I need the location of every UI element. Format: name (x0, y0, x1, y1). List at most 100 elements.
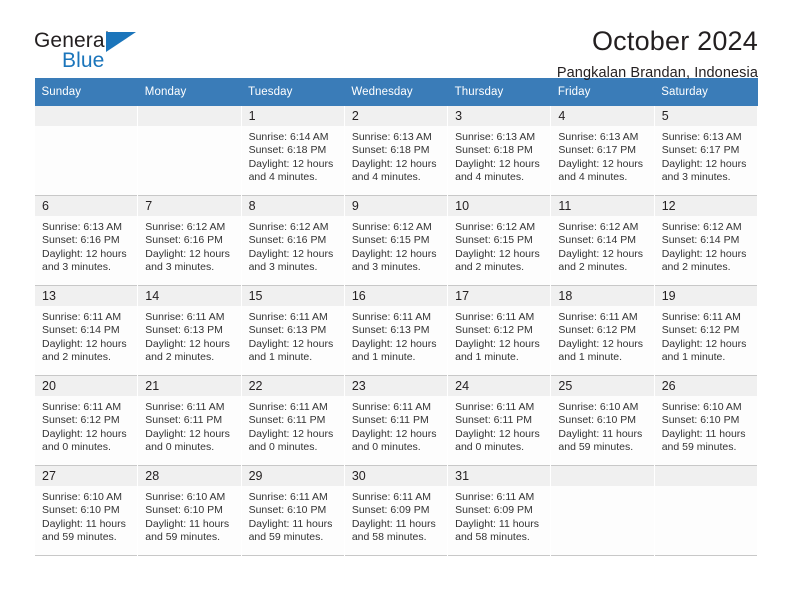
day-number: 4 (551, 106, 654, 126)
day-detail-line: Sunset: 6:10 PM (42, 504, 120, 517)
day-number: 22 (241, 376, 344, 396)
day-detail-line: and 3 minutes. (248, 261, 318, 274)
calendar-day-cell[interactable]: 24 Sunrise: 6:11 AM Sunset: 6:11 PM Dayligh… (447, 375, 552, 466)
calendar-day-cell[interactable]: 10 Sunrise: 6:12 AM Sunset: 6:15 PM Dayligh… (447, 195, 552, 286)
day-detail-line: Daylight: 12 hours (455, 247, 540, 260)
calendar-day-cell[interactable]: 4 Sunrise: 6:13 AM Sunset: 6:17 PM Daylight… (550, 106, 655, 196)
calendar-day-cell[interactable]: 19 Sunrise: 6:11 AM Sunset: 6:12 PM Dayligh… (653, 285, 759, 376)
day-detail-line: Sunset: 6:11 PM (455, 414, 532, 427)
calendar-day-cell[interactable]: 8 Sunrise: 6:12 AM Sunset: 6:16 PM Daylight… (240, 195, 345, 286)
day-detail-line: Daylight: 12 hours (558, 337, 644, 350)
day-number: 2 (344, 106, 448, 126)
day-details: Sunrise: 6:11 AM Sunset: 6:13 PM Daylight:… (345, 306, 447, 365)
day-detail-line: Daylight: 11 hours (455, 517, 539, 530)
calendar-page: General Blue October 2024 Pangkalan Bran… (0, 0, 792, 612)
day-detail-line: and 59 minutes. (661, 441, 737, 454)
day-detail-line: Sunrise: 6:12 AM (248, 221, 329, 233)
calendar-day-cell[interactable]: 15 Sunrise: 6:11 AM Sunset: 6:13 PM Dayligh… (240, 285, 345, 376)
day-detail-line: Sunset: 6:14 PM (558, 234, 637, 247)
calendar-day-cell[interactable]: 13 Sunrise: 6:11 AM Sunset: 6:14 PM Dayligh… (33, 285, 139, 376)
day-detail-line: Daylight: 12 hours (661, 337, 747, 350)
day-detail-line: and 58 minutes. (455, 531, 530, 544)
day-detail-line: Sunset: 6:17 PM (661, 144, 740, 157)
page-subtitle: Pangkalan Brandan, Indonesia (556, 65, 758, 81)
calendar-day-cell[interactable]: 14 Sunrise: 6:11 AM Sunset: 6:13 PM Dayligh… (137, 285, 242, 376)
calendar-day-cell[interactable]: 21 Sunrise: 6:11 AM Sunset: 6:11 PM Dayligh… (137, 375, 242, 466)
day-detail-line: Daylight: 11 hours (661, 427, 746, 440)
calendar-day-cell[interactable]: 26 Sunrise: 6:10 AM Sunset: 6:10 PM Dayligh… (653, 375, 759, 466)
day-number: 15 (241, 286, 344, 306)
day-detail-line: Daylight: 12 hours (661, 157, 747, 170)
calendar-day-cell[interactable]: 31 Sunrise: 6:11 AM Sunset: 6:09 PM Dayligh… (447, 465, 552, 556)
calendar-day-cell[interactable]: 6 Sunrise: 6:13 AM Sunset: 6:16 PM Daylight… (33, 195, 139, 286)
calendar-table: Sunday Monday Tuesday Wednesday Thursday Frid… (33, 78, 759, 556)
day-detail-line: Sunrise: 6:11 AM (248, 491, 328, 503)
day-detail-line: Daylight: 12 hours (351, 157, 437, 170)
day-detail-line: Sunset: 6:15 PM (455, 234, 533, 247)
day-detail-line: Sunset: 6:13 PM (248, 324, 327, 337)
calendar-day-cell[interactable]: 22 Sunrise: 6:11 AM Sunset: 6:11 PM Dayligh… (240, 375, 345, 466)
day-detail-line: Sunset: 6:13 PM (145, 324, 223, 337)
day-details: Sunrise: 6:13 AM Sunset: 6:17 PM Daylight:… (551, 126, 653, 185)
day-detail-line: Daylight: 12 hours (455, 337, 540, 350)
day-detail-line: Daylight: 12 hours (558, 247, 644, 260)
calendar-day-cell[interactable]: 27 Sunrise: 6:10 AM Sunset: 6:10 PM Dayligh… (33, 465, 139, 556)
day-detail-line: Sunrise: 6:11 AM (351, 311, 432, 323)
day-detail-line: Sunrise: 6:11 AM (661, 311, 741, 323)
calendar-day-cell[interactable]: 1 Sunrise: 6:14 AM Sunset: 6:18 PM Daylight… (240, 106, 345, 196)
calendar-week-row: 13 Sunrise: 6:11 AM Sunset: 6:14 PM Dayligh… (33, 285, 759, 376)
day-details: Sunrise: 6:11 AM Sunset: 6:12 PM Daylight:… (35, 396, 137, 455)
day-detail-line: Sunrise: 6:11 AM (42, 401, 122, 413)
day-number: 29 (241, 466, 344, 486)
calendar-day-cell[interactable]: 16 Sunrise: 6:11 AM Sunset: 6:13 PM Dayligh… (343, 285, 449, 376)
calendar-day-cell[interactable]: 7 Sunrise: 6:12 AM Sunset: 6:16 PM Daylight… (137, 195, 242, 286)
day-detail-line: Sunrise: 6:13 AM (42, 221, 122, 233)
day-detail-line: Sunset: 6:10 PM (248, 504, 327, 517)
calendar-day-cell[interactable]: 12 Sunrise: 6:12 AM Sunset: 6:14 PM Dayligh… (653, 195, 759, 286)
calendar-day-cell[interactable]: 5 Sunrise: 6:13 AM Sunset: 6:17 PM Daylight… (653, 106, 759, 196)
calendar-day-cell[interactable]: 23 Sunrise: 6:11 AM Sunset: 6:11 PM Dayligh… (343, 375, 449, 466)
calendar-day-cell[interactable]: 18 Sunrise: 6:11 AM Sunset: 6:12 PM Dayligh… (550, 285, 655, 376)
calendar-day-cell[interactable]: 25 Sunrise: 6:10 AM Sunset: 6:10 PM Dayligh… (550, 375, 655, 466)
day-number: 24 (448, 376, 551, 396)
day-detail-line: Sunset: 6:10 PM (661, 414, 740, 427)
day-detail-line: Sunrise: 6:13 AM (351, 131, 432, 143)
calendar-day-cell[interactable]: 17 Sunrise: 6:11 AM Sunset: 6:12 PM Dayligh… (447, 285, 552, 376)
calendar-day-cell[interactable]: 20 Sunrise: 6:11 AM Sunset: 6:12 PM Dayligh… (33, 375, 139, 466)
day-detail-line: and 0 minutes. (455, 441, 525, 454)
day-detail-line: Sunrise: 6:12 AM (145, 221, 226, 233)
day-detail-line: Sunset: 6:12 PM (455, 324, 533, 337)
day-number (138, 106, 241, 126)
calendar-day-cell[interactable]: 29 Sunrise: 6:11 AM Sunset: 6:10 PM Dayligh… (240, 465, 345, 556)
day-details (35, 126, 137, 131)
day-detail-line: Sunset: 6:10 PM (558, 414, 637, 427)
calendar-day-cell[interactable]: 28 Sunrise: 6:10 AM Sunset: 6:10 PM Dayligh… (137, 465, 242, 556)
day-detail-line: and 0 minutes. (42, 441, 111, 454)
day-detail-line: Sunrise: 6:11 AM (145, 401, 225, 413)
calendar-day-cell[interactable]: 3 Sunrise: 6:13 AM Sunset: 6:18 PM Daylight… (447, 106, 552, 196)
day-detail-line: Sunset: 6:11 PM (248, 414, 326, 427)
day-detail-line: and 2 minutes. (145, 351, 215, 364)
day-number: 6 (35, 196, 138, 216)
day-detail-line: and 1 minute. (351, 351, 416, 364)
day-details: Sunrise: 6:12 AM Sunset: 6:16 PM Daylight:… (138, 216, 240, 275)
day-detail-line: and 3 minutes. (351, 261, 421, 274)
day-detail-line: Sunset: 6:18 PM (248, 144, 327, 157)
day-detail-line: Daylight: 12 hours (42, 337, 127, 350)
day-number: 25 (551, 376, 654, 396)
day-detail-line: Sunset: 6:12 PM (558, 324, 637, 337)
calendar-day-cell[interactable]: 2 Sunrise: 6:13 AM Sunset: 6:18 PM Daylight… (343, 106, 449, 196)
calendar-day-cell[interactable]: 11 Sunrise: 6:12 AM Sunset: 6:14 PM Dayligh… (550, 195, 655, 286)
page-header: General Blue October 2024 Pangkalan Bran… (34, 0, 758, 81)
calendar-day-cell[interactable]: 30 Sunrise: 6:11 AM Sunset: 6:09 PM Dayligh… (343, 465, 449, 556)
day-detail-line: Daylight: 12 hours (42, 247, 127, 260)
day-details: Sunrise: 6:11 AM Sunset: 6:12 PM Daylight:… (655, 306, 757, 365)
day-detail-line: Daylight: 12 hours (248, 247, 334, 260)
day-details: Sunrise: 6:14 AM Sunset: 6:18 PM Daylight:… (242, 126, 344, 185)
day-number: 20 (35, 376, 138, 396)
day-details (655, 486, 757, 491)
day-detail-line: Sunrise: 6:10 AM (558, 401, 639, 413)
calendar-day-cell[interactable]: 9 Sunrise: 6:12 AM Sunset: 6:15 PM Daylight… (343, 195, 449, 286)
day-detail-line: Sunrise: 6:11 AM (455, 311, 535, 323)
calendar-week-row: 1 Sunrise: 6:14 AM Sunset: 6:18 PM Daylight… (33, 106, 759, 196)
